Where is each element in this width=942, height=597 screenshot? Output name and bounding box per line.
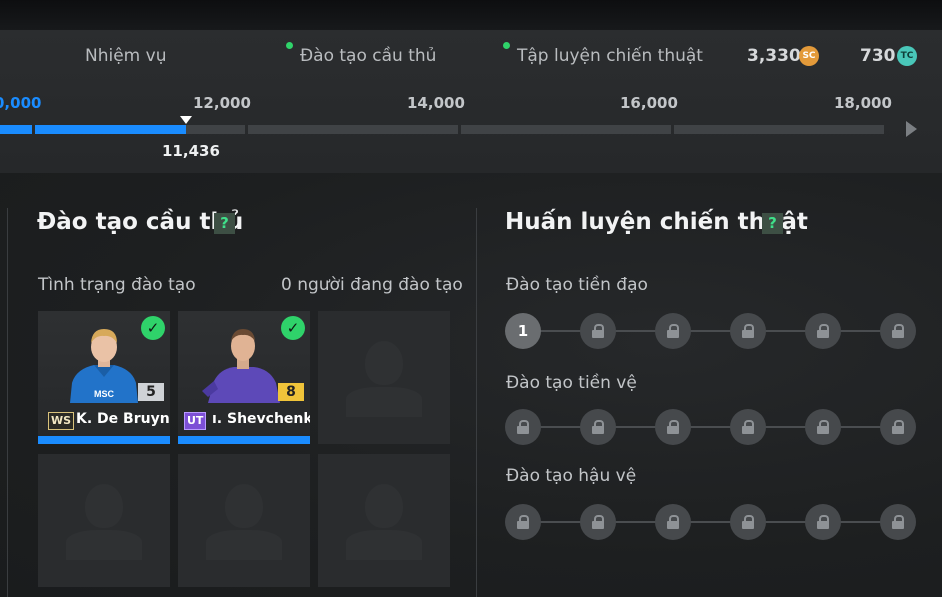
card-progress-bar xyxy=(38,436,170,444)
lock-icon xyxy=(667,324,679,338)
lock-icon xyxy=(667,515,679,529)
training-path-line xyxy=(522,521,898,523)
silhouette-icon xyxy=(85,484,123,528)
training-node[interactable] xyxy=(730,504,766,540)
upgrade-level: 5 xyxy=(138,383,164,401)
progress-track-segment xyxy=(461,125,671,134)
silhouette-icon xyxy=(365,341,403,385)
lock-icon xyxy=(892,515,904,529)
season-badge: WS xyxy=(48,412,75,430)
lock-icon xyxy=(742,420,754,434)
lock-icon xyxy=(517,420,529,434)
lock-icon xyxy=(592,515,604,529)
trained-check-icon: ✓ xyxy=(281,316,305,340)
sc-amount: 3,330 xyxy=(747,46,801,66)
training-path-line xyxy=(522,426,898,428)
current-progress-value: 11,436 xyxy=(162,142,220,160)
training-node[interactable] xyxy=(655,504,691,540)
training-node[interactable]: 1 xyxy=(505,313,541,349)
lock-icon xyxy=(892,420,904,434)
progress-tick: 12,000 xyxy=(193,94,251,112)
player-card[interactable]: ✓ 8 UT ı. Shevchenko xyxy=(178,311,310,444)
tc-amount: 730 xyxy=(860,46,896,66)
tab-tactical-training-label: Tập luyện chiến thuật xyxy=(517,46,703,66)
training-node[interactable] xyxy=(655,313,691,349)
midfielder-training-label: Đào tạo tiền vệ xyxy=(506,373,637,393)
player-name: K. De Bruyne xyxy=(76,411,170,427)
defender-training-label: Đào tạo hậu vệ xyxy=(506,466,637,486)
divider xyxy=(476,208,477,597)
divider xyxy=(7,208,8,597)
training-node[interactable] xyxy=(805,504,841,540)
svg-text:MSC: MSC xyxy=(94,389,115,399)
training-node[interactable] xyxy=(730,313,766,349)
forward-training-label: Đào tạo tiền đạo xyxy=(506,275,648,295)
lock-icon xyxy=(667,420,679,434)
notification-dot xyxy=(503,42,510,49)
player-card[interactable]: MSC ✓ 5 WS K. De Bruyne xyxy=(38,311,170,444)
training-node[interactable] xyxy=(880,313,916,349)
training-status-label: Tình trạng đào tạo xyxy=(38,275,196,295)
training-node[interactable] xyxy=(805,313,841,349)
progress-track-segment xyxy=(248,125,458,134)
silhouette-icon xyxy=(365,484,403,528)
progress-tick: 16,000 xyxy=(620,94,678,112)
training-node[interactable] xyxy=(580,409,616,445)
trained-check-icon: ✓ xyxy=(141,316,165,340)
training-path-line xyxy=(522,330,898,332)
progress-fill xyxy=(35,125,186,134)
progress-tick: 18,000 xyxy=(834,94,892,112)
training-node[interactable] xyxy=(505,409,541,445)
training-node[interactable] xyxy=(805,409,841,445)
silhouette-icon xyxy=(225,484,263,528)
progress-fill xyxy=(0,125,32,134)
tab-missions[interactable]: Nhiệm vụ xyxy=(85,46,166,66)
lock-icon xyxy=(892,324,904,338)
player-training-title: Đào tạo cầu thủ xyxy=(37,209,244,235)
progress-tick: 14,000 xyxy=(407,94,465,112)
empty-slot[interactable] xyxy=(318,454,450,587)
training-node[interactable] xyxy=(880,409,916,445)
tab-player-training[interactable]: Đào tạo cầu thủ xyxy=(286,42,437,66)
lock-icon xyxy=(742,515,754,529)
lock-icon xyxy=(817,420,829,434)
lock-icon xyxy=(517,515,529,529)
upgrade-level: 8 xyxy=(278,383,304,401)
notification-dot xyxy=(286,42,293,49)
next-arrow-icon[interactable] xyxy=(906,121,917,137)
tab-missions-label: Nhiệm vụ xyxy=(85,46,167,66)
lock-icon xyxy=(817,515,829,529)
season-badge: UT xyxy=(184,412,207,430)
training-node[interactable] xyxy=(730,409,766,445)
top-strip xyxy=(0,0,942,30)
lock-icon xyxy=(817,324,829,338)
node-level: 1 xyxy=(517,322,529,340)
lock-icon xyxy=(592,420,604,434)
training-node[interactable] xyxy=(505,504,541,540)
help-button[interactable]: ? xyxy=(762,213,783,234)
training-node[interactable] xyxy=(655,409,691,445)
empty-slot[interactable] xyxy=(38,454,170,587)
tab-player-training-label: Đào tạo cầu thủ xyxy=(300,46,437,66)
training-node[interactable] xyxy=(880,504,916,540)
training-node[interactable] xyxy=(580,313,616,349)
player-name: ı. Shevchenko xyxy=(212,411,310,427)
progress-marker-icon xyxy=(180,116,192,124)
card-progress-bar xyxy=(178,436,310,444)
empty-slot[interactable] xyxy=(178,454,310,587)
tc-coin-icon: TC xyxy=(897,46,917,66)
lock-icon xyxy=(592,324,604,338)
progress-track-segment xyxy=(674,125,884,134)
sc-coin-icon: SC xyxy=(799,46,819,66)
lock-icon xyxy=(742,324,754,338)
empty-slot[interactable] xyxy=(318,311,450,444)
training-node[interactable] xyxy=(580,504,616,540)
help-button[interactable]: ? xyxy=(214,213,235,234)
tab-tactical-training[interactable]: Tập luyện chiến thuật xyxy=(503,42,703,66)
training-count-label: 0 người đang đào tạo xyxy=(281,275,463,295)
progress-tick: 0,000 xyxy=(0,94,42,112)
